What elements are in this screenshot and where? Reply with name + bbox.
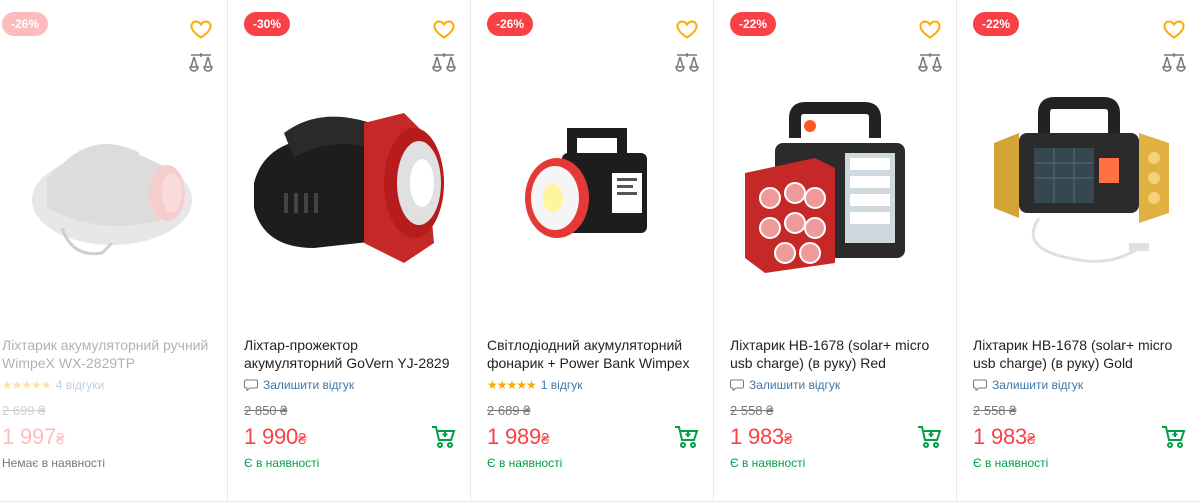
discount-badge: -22%: [730, 12, 777, 36]
price-currency: ₴: [541, 431, 550, 448]
leave-review-text[interactable]: Залишити відгук: [263, 378, 354, 392]
product-title[interactable]: Ліхтарик акумуляторний ручний WimpeX WX-…: [2, 336, 215, 372]
price-value: 1 983: [973, 424, 1028, 449]
price: 1 990₴: [244, 424, 306, 450]
product-title[interactable]: Ліхтарик HB-1678 (solar+ micro usb charg…: [973, 336, 1188, 372]
product-card: -30% Ліхтар-прожектор акумуляторний GoVe…: [228, 0, 471, 502]
product-image[interactable]: [728, 68, 942, 308]
discount-badge: -26%: [487, 12, 534, 36]
old-price: 2 850 ₴: [244, 403, 288, 418]
price-value: 1 990: [244, 424, 299, 449]
heart-icon[interactable]: [189, 17, 213, 41]
flashlight-image: [31, 144, 192, 256]
availability-status: Є в наявності: [487, 456, 563, 470]
availability-status: Немає в наявності: [2, 456, 106, 470]
price-value: 1 989: [487, 424, 542, 449]
heart-icon[interactable]: [432, 17, 456, 41]
product-image[interactable]: [0, 68, 213, 308]
product-card: -26% Світлодіодний акумуляторний фонарик…: [471, 0, 714, 502]
product-card: -22% Ліхтарик HB-1678 (solar+ micro usb …: [957, 0, 1200, 502]
product-title[interactable]: Ліхтар-прожектор акумуляторний GoVern YJ…: [244, 336, 458, 372]
availability-status: Є в наявності: [244, 456, 320, 470]
product-image[interactable]: [485, 68, 699, 308]
flashlight-image: [254, 113, 444, 263]
price-currency: ₴: [1027, 431, 1036, 448]
flashlight-image: [993, 97, 1169, 263]
rating-stars: ★★★★★: [2, 378, 52, 392]
leave-review-text[interactable]: Залишити відгук: [992, 378, 1083, 392]
rating-stars: ★★★★★: [487, 378, 537, 392]
speech-bubble-icon: [973, 379, 987, 391]
old-price: 2 699 ₴: [2, 403, 46, 418]
availability-status: Є в наявності: [730, 456, 806, 470]
price: 1 983₴: [973, 424, 1035, 450]
product-card: -22% Ліхтарик HB-1678 (solar+ micro usb …: [714, 0, 957, 502]
product-card: -26% Ліхтарик акумуляторний ручний Wimpe…: [0, 0, 228, 502]
price-value: 1 997: [2, 424, 57, 449]
price-value: 1 983: [730, 424, 785, 449]
reviews-count[interactable]: 1 відгук: [541, 378, 583, 392]
leave-review-link[interactable]: Залишити відгук: [730, 378, 840, 392]
heart-icon[interactable]: [1162, 17, 1186, 41]
old-price: 2 558 ₴: [973, 403, 1017, 418]
price: 1 997₴: [2, 424, 64, 450]
product-grid: -26% Ліхтарик акумуляторний ручний Wimpe…: [0, 0, 1200, 502]
flashlight-image: [525, 128, 647, 238]
cart-icon[interactable]: [430, 424, 456, 450]
product-title[interactable]: Ліхтарик HB-1678 (solar+ micro usb charg…: [730, 336, 944, 372]
price: 1 983₴: [730, 424, 792, 450]
price-currency: ₴: [298, 431, 307, 448]
discount-badge: -26%: [2, 12, 49, 36]
product-rating[interactable]: ★★★★★ 1 відгук: [487, 378, 582, 392]
product-rating[interactable]: ★★★★★ 4 відгуки: [2, 378, 104, 392]
reviews-count[interactable]: 4 відгуки: [56, 378, 104, 392]
flashlight-image: [745, 102, 905, 273]
old-price: 2 689 ₴: [487, 403, 531, 418]
old-price: 2 558 ₴: [730, 403, 774, 418]
leave-review-link[interactable]: Залишити відгук: [244, 378, 354, 392]
cart-icon[interactable]: [916, 424, 942, 450]
leave-review-link[interactable]: Залишити відгук: [973, 378, 1083, 392]
availability-status: Є в наявності: [973, 456, 1049, 470]
product-image[interactable]: [971, 68, 1186, 308]
product-image[interactable]: [242, 68, 456, 308]
leave-review-text[interactable]: Залишити відгук: [749, 378, 840, 392]
cart-icon[interactable]: [1160, 424, 1186, 450]
speech-bubble-icon: [244, 379, 258, 391]
cart-icon[interactable]: [673, 424, 699, 450]
heart-icon[interactable]: [675, 17, 699, 41]
discount-badge: -30%: [244, 12, 291, 36]
price-currency: ₴: [784, 431, 793, 448]
speech-bubble-icon: [730, 379, 744, 391]
discount-badge: -22%: [973, 12, 1020, 36]
price: 1 989₴: [487, 424, 549, 450]
product-title[interactable]: Світлодіодний акумуляторний фонарик + Po…: [487, 336, 701, 372]
heart-icon[interactable]: [918, 17, 942, 41]
price-currency: ₴: [56, 431, 65, 448]
